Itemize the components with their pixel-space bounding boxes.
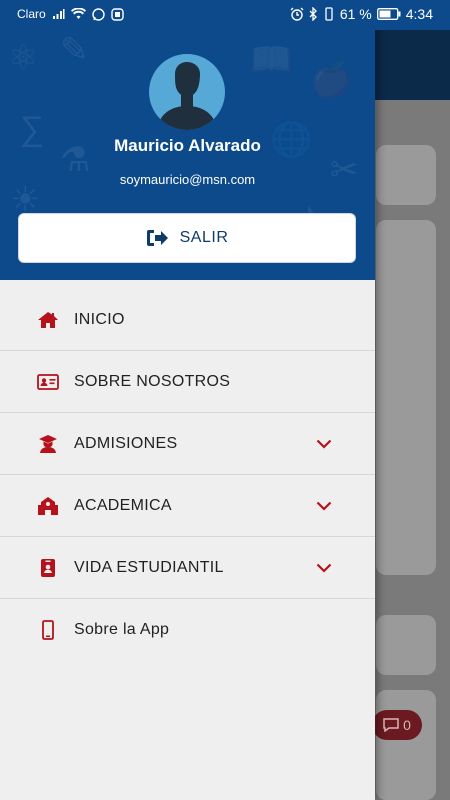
user-silhouette-icon: [157, 62, 217, 130]
comment-icon: [383, 718, 399, 732]
comments-count: 0: [403, 717, 411, 733]
badge-icon: [37, 558, 59, 578]
menu-item-label: ADMISIONES: [74, 434, 178, 452]
alarm-icon: [290, 7, 304, 21]
wifi-icon: [70, 8, 86, 19]
clock-time: 4:34: [405, 6, 433, 22]
carrier-label: Claro: [17, 7, 46, 21]
chevron-down-icon[interactable]: [316, 563, 332, 573]
background-card: [376, 615, 436, 675]
battery-percentage: 61 %: [339, 6, 372, 22]
logout-button[interactable]: SALIR: [18, 213, 356, 263]
menu-item-admisiones[interactable]: ADMISIONES: [0, 413, 375, 475]
background-card: [376, 145, 436, 205]
menu-item-sobre-nosotros[interactable]: SOBRE NOSOTROS: [0, 351, 375, 413]
menu-item-label: ACADEMICA: [74, 496, 172, 514]
status-bar: Claro 61 % 4:34: [0, 0, 450, 30]
user-name: Mauricio Alvarado: [114, 136, 261, 155]
id-card-icon: [37, 372, 59, 392]
whatsapp-icon: [91, 7, 105, 21]
signal-icon: [52, 9, 65, 19]
battery-icon: [376, 8, 401, 20]
menu-item-label: INICIO: [74, 310, 125, 328]
background-card: [376, 220, 436, 575]
menu-item-label: VIDA ESTUDIANTIL: [74, 558, 224, 576]
menu-item-academica[interactable]: ACADEMICA: [0, 475, 375, 537]
chevron-down-icon[interactable]: [316, 439, 332, 449]
drawer-header: ⚛ ✎ 📖 🍎 ∑ 🌐 ✂ ☀ ⚗ ♪ Mauricio Alvarado so…: [0, 30, 375, 280]
menu-item-label: SOBRE NOSOTROS: [74, 372, 231, 390]
graduate-icon: [37, 434, 59, 454]
background-card: [376, 690, 436, 800]
navigation-drawer: ⚛ ✎ 📖 🍎 ∑ 🌐 ✂ ☀ ⚗ ♪ Mauricio Alvarado so…: [0, 0, 375, 800]
logout-label: SALIR: [179, 229, 229, 246]
menu-item-sobre-la-app[interactable]: Sobre la App: [0, 599, 375, 661]
user-email: soymauricio@msn.com: [119, 172, 256, 187]
app-notification-icon: [110, 7, 124, 21]
vibrate-icon: [325, 7, 333, 21]
school-icon: [37, 496, 59, 516]
mobile-phone-icon: [37, 620, 59, 640]
drawer-menu: INICIO SOBRE NOSOTROS ADMISIONES ACADEMI…: [0, 289, 375, 661]
chevron-down-icon[interactable]: [316, 501, 332, 511]
menu-item-vida-estudiantil[interactable]: VIDA ESTUDIANTIL: [0, 537, 375, 599]
menu-item-label: Sobre la App: [74, 621, 170, 638]
bluetooth-icon: [309, 7, 317, 21]
avatar: [149, 54, 225, 130]
comments-chip[interactable]: 0: [372, 710, 422, 740]
logout-icon: [146, 230, 168, 246]
menu-item-inicio[interactable]: INICIO: [0, 289, 375, 351]
home-icon: [37, 310, 59, 330]
